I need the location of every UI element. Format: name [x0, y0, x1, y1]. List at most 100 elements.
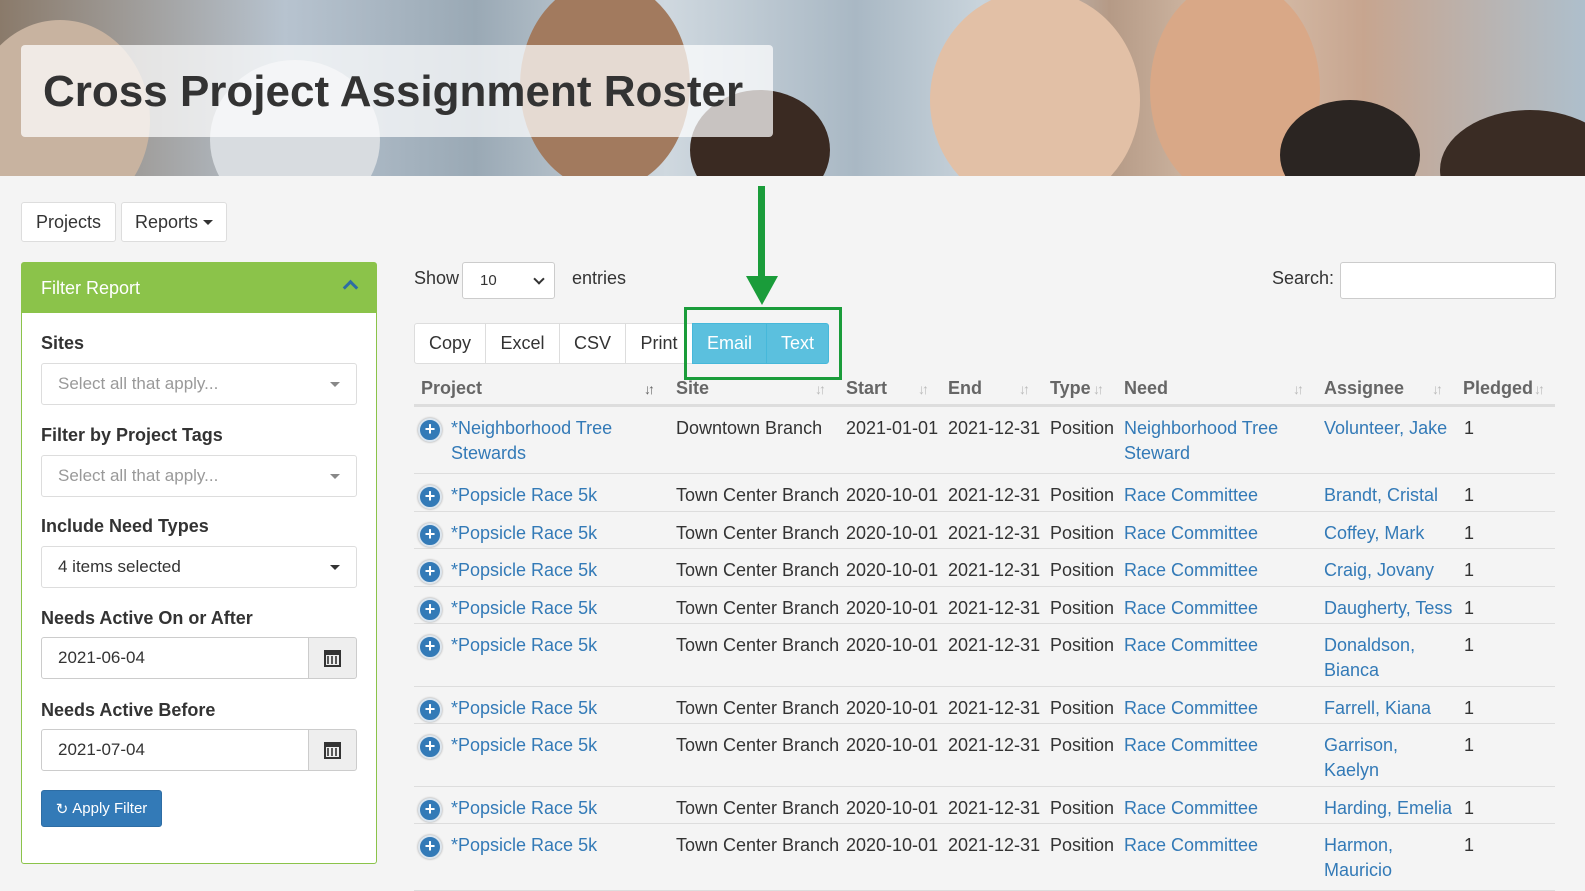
project-link[interactable]: *Popsicle Race 5k	[451, 596, 651, 621]
expand-row-icon[interactable]: +	[418, 835, 442, 859]
site-cell: Downtown Branch	[676, 418, 823, 438]
sites-select[interactable]: Select all that apply...	[41, 363, 357, 405]
reports-button-label: Reports	[134, 211, 199, 232]
column-header-assignee[interactable]: Assignee	[1324, 378, 1404, 399]
type-cell: Position	[1050, 485, 1115, 505]
type-cell: Position	[1050, 523, 1115, 543]
end-date-cell: 2021-12-31	[948, 523, 1041, 543]
projects-button[interactable]: Projects	[21, 202, 116, 242]
need-link[interactable]: Race Committee	[1124, 733, 1304, 758]
apply-filter-label: Apply Filter	[72, 800, 148, 817]
end-date-cell: 2021-12-31	[948, 560, 1041, 580]
table-row: + *Popsicle Race 5k Town Center Branch 2020…	[414, 824, 1555, 891]
end-date-cell: 2021-12-31	[948, 798, 1041, 818]
type-cell: Position	[1050, 560, 1115, 580]
copy-label: Copy	[428, 333, 472, 353]
csv-button[interactable]: CSV	[559, 323, 626, 364]
need-link[interactable]: Race Committee	[1124, 483, 1304, 508]
column-header-type[interactable]: Type	[1050, 378, 1091, 399]
project-link[interactable]: *Popsicle Race 5k	[451, 633, 651, 658]
need-link[interactable]: Race Committee	[1124, 696, 1304, 721]
chevron-down-icon	[533, 273, 545, 285]
active-after-label: Needs Active On or After	[41, 608, 253, 628]
project-link[interactable]: *Popsicle Race 5k	[451, 833, 651, 858]
print-button[interactable]: Print	[625, 323, 693, 364]
end-date-cell: 2021-12-31	[948, 485, 1041, 505]
type-cell: Position	[1050, 835, 1115, 855]
expand-row-icon[interactable]: +	[418, 698, 442, 722]
assignee-link[interactable]: Harmon, Mauricio	[1324, 833, 1454, 883]
column-header-pledged[interactable]: Pledged	[1463, 378, 1533, 399]
end-date-cell: 2021-12-31	[948, 635, 1041, 655]
assignee-link[interactable]: Farrell, Kiana	[1324, 696, 1454, 721]
entries-label: entries	[572, 268, 627, 288]
need-types-select[interactable]: 4 items selected	[41, 546, 357, 588]
assignee-link[interactable]: Harding, Emelia	[1324, 796, 1454, 821]
project-tags-select[interactable]: Select all that apply...	[41, 455, 357, 497]
column-header-need[interactable]: Need	[1124, 378, 1168, 399]
assignee-link[interactable]: Craig, Jovany	[1324, 558, 1454, 583]
start-date-cell: 2020-10-01	[846, 698, 939, 718]
table-row: + *Popsicle Race 5k Town Center Branch 2020…	[414, 787, 1555, 824]
expand-row-icon[interactable]: +	[418, 598, 442, 622]
need-link[interactable]: Race Committee	[1124, 796, 1304, 821]
assignee-link[interactable]: Brandt, Cristal	[1324, 483, 1454, 508]
assignee-link[interactable]: Garrison, Kaelyn	[1324, 733, 1454, 783]
search-input[interactable]	[1340, 262, 1556, 299]
need-link[interactable]: Race Committee	[1124, 558, 1304, 583]
need-link[interactable]: Race Committee	[1124, 596, 1304, 621]
assignee-link[interactable]: Volunteer, Jake	[1324, 416, 1454, 441]
active-after-date-input[interactable]: 2021-06-04	[41, 637, 309, 679]
assignee-link[interactable]: Donaldson, Bianca	[1324, 633, 1454, 683]
project-link[interactable]: *Popsicle Race 5k	[451, 558, 651, 583]
filter-panel-header[interactable]: Filter Report	[22, 263, 376, 313]
entries-per-page-select[interactable]: 10	[462, 262, 555, 299]
assignee-link[interactable]: Daugherty, Tess	[1324, 596, 1454, 621]
banner-title-box: Cross Project Assignment Roster	[21, 45, 773, 137]
expand-row-icon[interactable]: +	[418, 635, 442, 659]
need-link[interactable]: Neighborhood Tree Steward	[1124, 416, 1304, 466]
project-link[interactable]: *Popsicle Race 5k	[451, 696, 651, 721]
column-header-project[interactable]: Project	[421, 378, 482, 399]
start-date-cell: 2020-10-01	[846, 485, 939, 505]
expand-row-icon[interactable]: +	[418, 798, 442, 822]
project-link[interactable]: *Popsicle Race 5k	[451, 796, 651, 821]
need-link[interactable]: Race Committee	[1124, 633, 1304, 658]
filter-panel-title: Filter Report	[41, 277, 141, 298]
pledged-cell: 1	[1464, 635, 1475, 655]
project-link[interactable]: *Popsicle Race 5k	[451, 521, 651, 546]
assignee-link[interactable]: Coffey, Mark	[1324, 521, 1454, 546]
active-before-calendar-button[interactable]	[308, 729, 357, 771]
pledged-cell: 1	[1464, 698, 1475, 718]
type-cell: Position	[1050, 635, 1115, 655]
column-header-end[interactable]: End	[948, 378, 982, 399]
search-label: Search:	[1272, 268, 1335, 288]
type-cell: Position	[1050, 698, 1115, 718]
column-header-site[interactable]: Site	[676, 378, 709, 399]
project-link[interactable]: *Popsicle Race 5k	[451, 483, 651, 508]
column-header-start[interactable]: Start	[846, 378, 887, 399]
chevron-up-icon[interactable]	[342, 279, 359, 296]
reports-dropdown-button[interactable]: Reports	[121, 202, 227, 242]
project-link[interactable]: *Popsicle Race 5k	[451, 733, 651, 758]
expand-row-icon[interactable]: +	[418, 735, 442, 759]
expand-row-icon[interactable]: +	[418, 485, 442, 509]
expand-row-icon[interactable]: +	[418, 418, 442, 442]
need-link[interactable]: Race Committee	[1124, 521, 1304, 546]
end-date-cell: 2021-12-31	[948, 598, 1041, 618]
expand-row-icon[interactable]: +	[418, 560, 442, 584]
active-after-calendar-button[interactable]	[308, 637, 357, 679]
dropdown-arrow-icon	[330, 474, 340, 479]
table-row: + *Popsicle Race 5k Town Center Branch 2020…	[414, 587, 1555, 624]
copy-button[interactable]: Copy	[414, 323, 486, 364]
active-before-date-input[interactable]: 2021-07-04	[41, 729, 309, 771]
need-link[interactable]: Race Committee	[1124, 833, 1304, 858]
excel-button[interactable]: Excel	[485, 323, 560, 364]
site-cell: Town Center Branch	[676, 523, 840, 543]
pledged-cell: 1	[1464, 418, 1475, 438]
project-link[interactable]: *Neighborhood Tree Stewards	[451, 416, 651, 466]
refresh-icon: ↻	[55, 800, 69, 818]
apply-filter-button[interactable]: ↻ Apply Filter	[41, 790, 162, 827]
start-date-cell: 2020-10-01	[846, 835, 939, 855]
expand-row-icon[interactable]: +	[418, 523, 442, 547]
